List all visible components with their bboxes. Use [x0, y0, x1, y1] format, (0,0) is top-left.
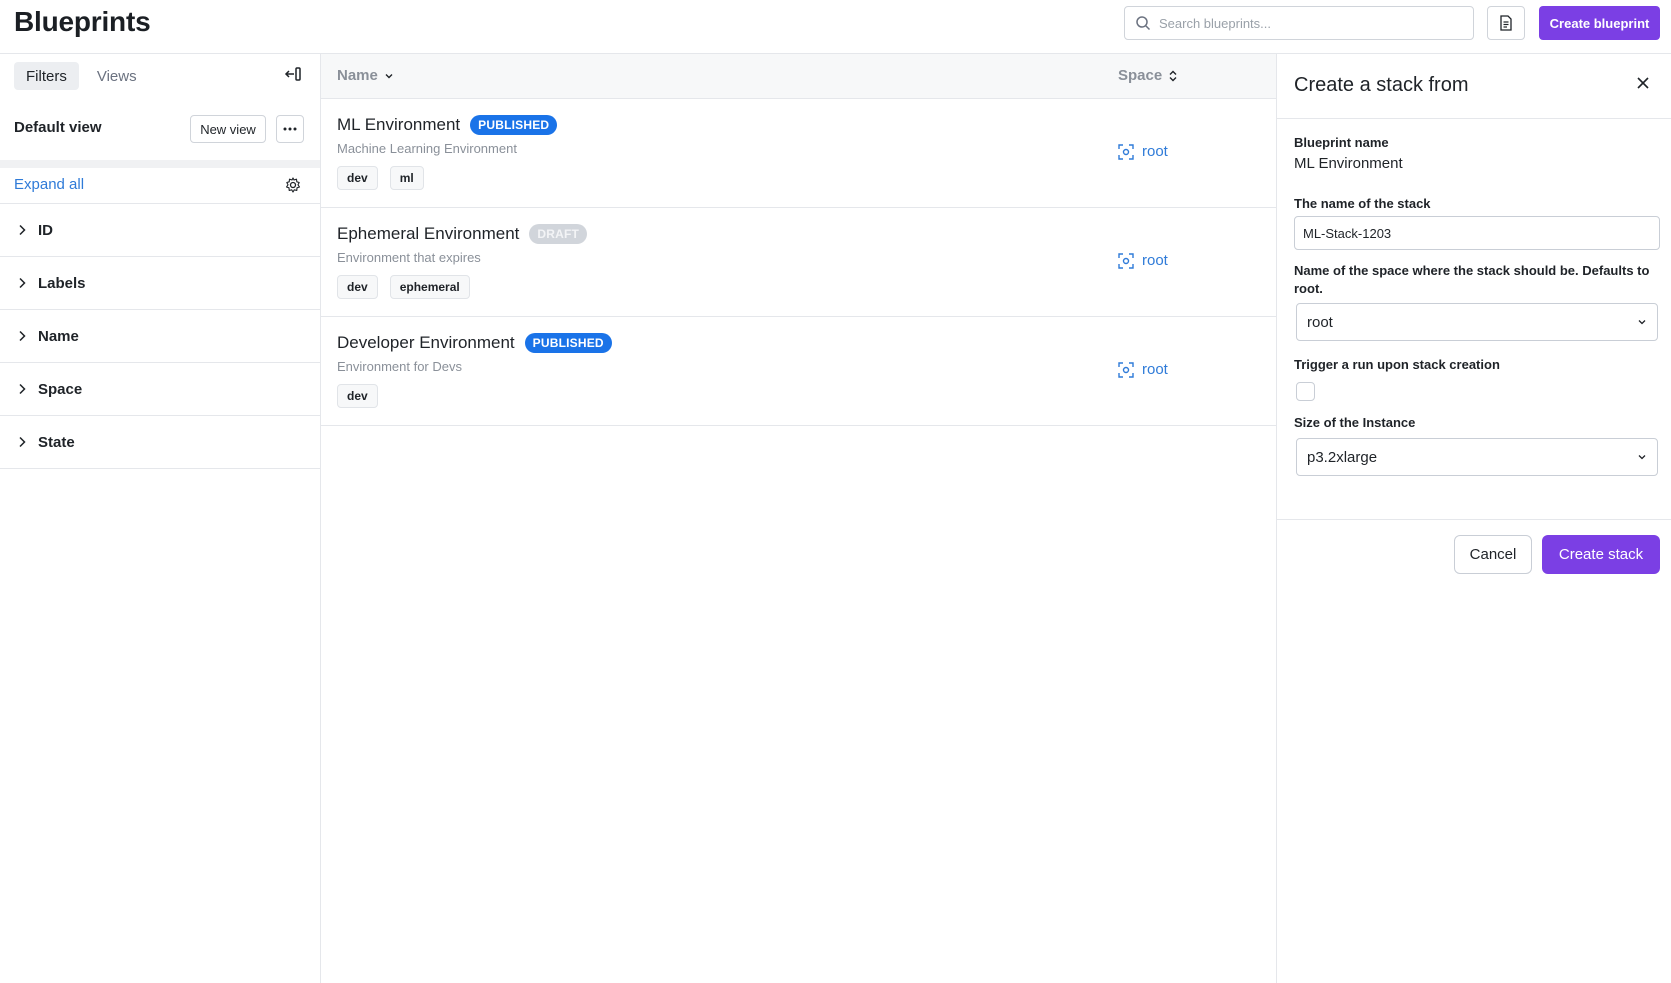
space-icon	[1118, 252, 1134, 269]
documentation-button[interactable]	[1487, 6, 1525, 40]
table-row[interactable]: ML Environment PUBLISHED Machine Learnin…	[321, 99, 1276, 208]
table-header: Name Space	[321, 54, 1276, 99]
status-badge: PUBLISHED	[524, 333, 612, 353]
blueprint-description: Machine Learning Environment	[337, 141, 517, 156]
table-row[interactable]: Developer Environment PUBLISHED Environm…	[321, 317, 1276, 426]
blueprint-name-label: Blueprint name	[1294, 135, 1389, 150]
space-field-label: Name of the space where the stack should…	[1294, 263, 1650, 296]
filter-label: Labels	[38, 274, 86, 292]
cancel-button[interactable]: Cancel	[1454, 535, 1532, 574]
page-title: Blueprints	[14, 6, 151, 37]
filter-labels[interactable]: Labels	[0, 257, 320, 310]
blueprint-name-value: ML Environment	[1294, 155, 1403, 172]
document-icon	[1500, 15, 1512, 31]
tab-views[interactable]: Views	[85, 62, 149, 90]
label-tag[interactable]: ephemeral	[389, 275, 470, 299]
expand-all-link[interactable]: Expand all	[14, 176, 84, 193]
column-name-label: Name	[337, 67, 378, 84]
chevron-down-icon	[1638, 455, 1646, 460]
space-link[interactable]: root	[1118, 143, 1168, 160]
label-tag[interactable]: dev	[337, 166, 378, 190]
label-tag[interactable]: ml	[389, 166, 424, 190]
chevron-right-icon	[19, 224, 26, 236]
label-list: dev	[337, 384, 378, 408]
blueprint-name-cell: Developer Environment PUBLISHED	[337, 333, 612, 353]
space-select[interactable]: root	[1296, 303, 1658, 341]
view-options-button[interactable]	[276, 115, 304, 143]
blueprint-name-cell: Ephemeral Environment DRAFT	[337, 224, 588, 244]
filter-name[interactable]: Name	[0, 310, 320, 363]
space-name: root	[1142, 252, 1168, 269]
create-stack-button[interactable]: Create stack	[1542, 535, 1660, 574]
chevron-right-icon	[19, 383, 26, 395]
blueprint-description: Environment for Devs	[337, 359, 462, 374]
chevron-right-icon	[19, 436, 26, 448]
page-header: Blueprints Create blueprint	[0, 0, 1671, 54]
sort-descending-icon	[385, 73, 393, 78]
collapse-sidebar-icon[interactable]	[284, 66, 302, 82]
instance-size-label: Size of the Instance	[1294, 415, 1416, 430]
blueprint-name[interactable]: Ephemeral Environment	[337, 224, 519, 244]
chevron-right-icon	[19, 277, 26, 289]
chevron-right-icon	[19, 330, 26, 342]
divider	[1277, 118, 1671, 119]
filter-label: Name	[38, 327, 79, 345]
filter-id[interactable]: ID	[0, 204, 320, 257]
new-view-button[interactable]: New view	[190, 115, 266, 143]
filters-sidebar: Filters Views Default view New view Expa…	[0, 54, 321, 983]
stack-name-input[interactable]	[1294, 216, 1660, 250]
divider	[0, 160, 320, 168]
search-box[interactable]	[1124, 6, 1474, 40]
status-badge: PUBLISHED	[470, 115, 558, 135]
search-icon	[1136, 16, 1151, 31]
space-name: root	[1142, 143, 1168, 160]
space-name: root	[1142, 361, 1168, 378]
chevron-down-icon	[1638, 320, 1646, 325]
filter-label: ID	[38, 221, 53, 239]
space-link[interactable]: root	[1118, 361, 1168, 378]
close-icon[interactable]	[1636, 76, 1650, 90]
search-input[interactable]	[1159, 15, 1439, 31]
filter-label: Space	[38, 380, 83, 398]
trigger-run-checkbox[interactable]	[1296, 382, 1315, 401]
create-stack-drawer: Create a stack from Blueprint name ML En…	[1276, 54, 1671, 983]
blueprint-name-cell: ML Environment PUBLISHED	[337, 115, 558, 135]
space-select-value: root	[1307, 313, 1333, 331]
filter-state[interactable]: State	[0, 416, 320, 469]
blueprint-name[interactable]: Developer Environment	[337, 333, 515, 353]
more-horizontal-icon	[283, 127, 297, 131]
space-icon	[1118, 143, 1134, 160]
table-row[interactable]: Ephemeral Environment DRAFT Environment …	[321, 208, 1276, 317]
drawer-title: Create a stack from	[1294, 74, 1469, 96]
label-tag[interactable]: dev	[337, 275, 378, 299]
sort-icon	[1169, 70, 1177, 81]
trigger-run-label: Trigger a run upon stack creation	[1294, 357, 1500, 372]
divider	[1277, 519, 1671, 520]
label-tag[interactable]: dev	[337, 384, 378, 408]
label-list: dev ephemeral	[337, 275, 470, 299]
label-list: dev ml	[337, 166, 424, 190]
create-blueprint-button[interactable]: Create blueprint	[1539, 6, 1660, 40]
filter-space[interactable]: Space	[0, 363, 320, 416]
space-link[interactable]: root	[1118, 252, 1168, 269]
instance-size-value: p3.2xlarge	[1307, 448, 1378, 466]
instance-size-select[interactable]: p3.2xlarge	[1296, 438, 1658, 476]
filter-list: ID Labels Name Space State	[0, 203, 320, 469]
stack-name-label: The name of the stack	[1294, 196, 1431, 211]
column-space-header[interactable]: Space	[1118, 67, 1178, 84]
blueprint-description: Environment that expires	[337, 250, 481, 265]
filter-label: State	[38, 433, 75, 451]
sidebar-tabs: Filters Views	[14, 62, 149, 90]
blueprints-table: Name Space ML Environment PUBLISHED Mach…	[321, 54, 1276, 983]
blueprint-name[interactable]: ML Environment	[337, 115, 460, 135]
gear-icon[interactable]	[285, 177, 301, 193]
column-name-header[interactable]: Name	[337, 67, 394, 84]
current-view-name: Default view	[14, 119, 102, 136]
column-space-label: Space	[1118, 67, 1163, 84]
space-icon	[1118, 361, 1134, 378]
status-badge: DRAFT	[529, 224, 588, 244]
tab-filters[interactable]: Filters	[14, 62, 79, 90]
